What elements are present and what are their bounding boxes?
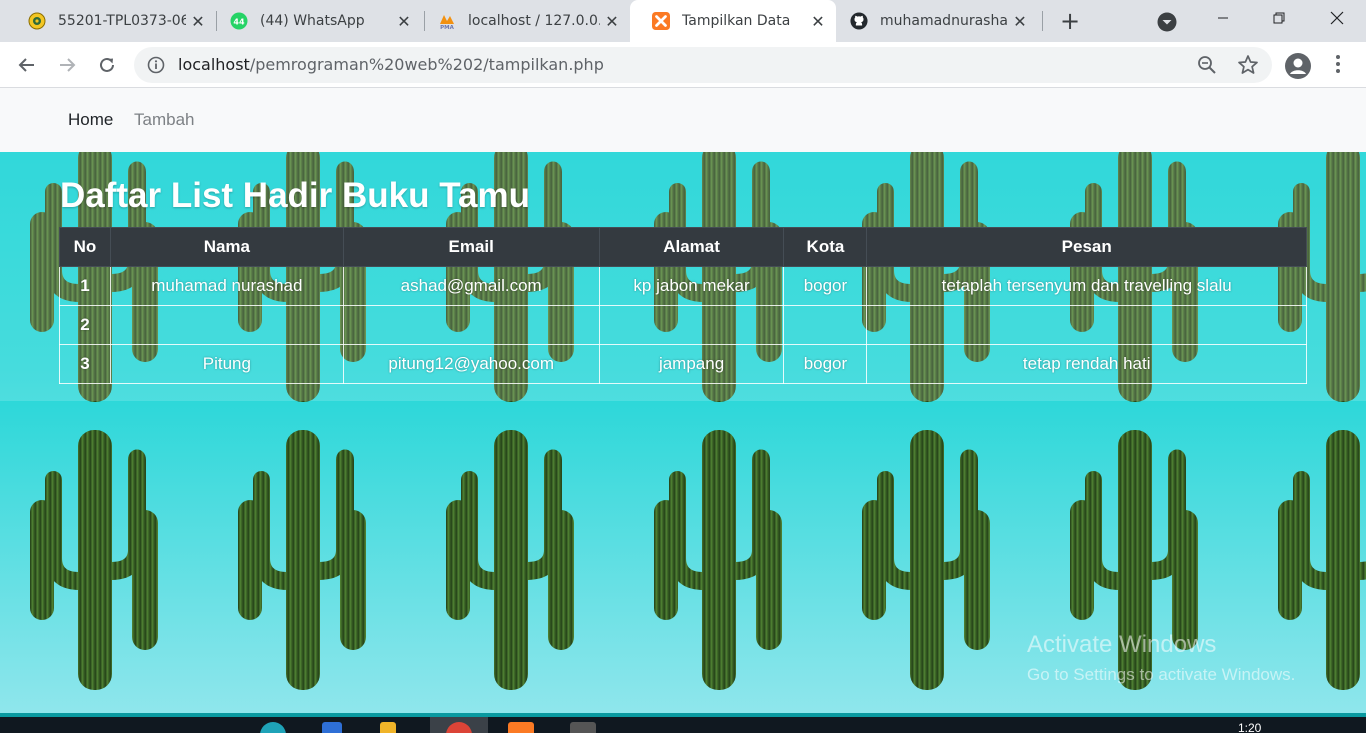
nav-tambah-link[interactable]: Tambah — [134, 110, 194, 130]
site-navbar: Home Tambah — [0, 88, 1366, 152]
taskbar-clock[interactable]: 1:20 — [1238, 721, 1261, 733]
github-icon — [850, 12, 868, 30]
browser-toolbar: localhost/pemrograman%20web%202/tampilka… — [0, 42, 1366, 88]
xampp-icon — [652, 12, 670, 30]
tab-3[interactable]: PMA localhost / 127.0.0. ✕ — [416, 0, 630, 42]
cell-nama — [109, 305, 344, 345]
nav-home-link[interactable]: Home — [68, 110, 113, 130]
zoom-icon[interactable] — [1196, 54, 1218, 76]
content-container: Daftar List Hadir Buku Tamu No Nama Emai… — [0, 152, 1366, 401]
page-title: Daftar List Hadir Buku Tamu — [60, 176, 530, 215]
cell-pesan: tetap rendah hati — [866, 344, 1307, 384]
table-row: 3 Pitung pitung12@yahoo.com jampang bogo… — [59, 344, 1307, 384]
column-header-alamat: Alamat — [598, 227, 785, 267]
url-text[interactable]: localhost/pemrograman%20web%202/tampilka… — [178, 55, 604, 74]
tab-title: 55201-TPL0373-06 — [58, 13, 186, 29]
tab-title: Tampilkan Data — [682, 13, 791, 29]
minimize-icon — [1218, 17, 1228, 19]
tab-2[interactable]: 44 (44) WhatsApp ✕ — [208, 0, 422, 42]
svg-text:PMA: PMA — [440, 25, 455, 30]
cell-kota: bogor — [783, 344, 868, 384]
table-row: 2 — [59, 305, 1307, 345]
cell-email: ashad@gmail.com — [342, 266, 600, 306]
table-row: 1 muhamad nurashad ashad@gmail.com kp ja… — [59, 266, 1307, 306]
tab-strip: 55201-TPL0373-06 ✕ 44 (44) WhatsApp ✕ PM… — [0, 0, 1366, 42]
column-header-email: Email — [342, 227, 600, 267]
tab-divider — [1042, 11, 1043, 31]
close-icon — [1330, 11, 1344, 25]
table-header-row: No Nama Email Alamat Kota Pesan — [59, 227, 1307, 267]
cell-nama: muhamad nurashad — [109, 266, 344, 306]
windows-taskbar: 1:20 — [0, 713, 1366, 733]
tab-5[interactable]: muhamadnurashad ✕ — [828, 0, 1038, 42]
cell-pesan — [866, 305, 1307, 345]
taskbar-app-icon[interactable] — [260, 722, 286, 733]
whatsapp-badge: 44 — [233, 18, 245, 27]
cell-alamat — [598, 305, 785, 345]
back-button[interactable] — [12, 50, 42, 80]
cell-no: 2 — [59, 305, 111, 345]
tab-search-button[interactable] — [1156, 11, 1178, 33]
close-icon[interactable]: ✕ — [600, 9, 624, 33]
cell-email: pitung12@yahoo.com — [342, 344, 600, 384]
column-header-no: No — [59, 227, 111, 267]
cell-nama: Pitung — [109, 344, 344, 384]
new-tab-button[interactable]: + — [1056, 7, 1084, 35]
cell-pesan: tetaplah tersenyum dan travelling slalu — [866, 266, 1307, 306]
cell-no: 3 — [59, 344, 111, 384]
window-close-button[interactable] — [1308, 0, 1366, 36]
cell-kota: bogor — [783, 266, 868, 306]
arrow-right-icon — [60, 58, 76, 72]
taskbar-app-icon[interactable] — [322, 722, 342, 733]
tab-title: (44) WhatsApp — [260, 13, 365, 29]
forward-button[interactable] — [52, 50, 82, 80]
whatsapp-icon: 44 — [230, 12, 248, 30]
column-header-pesan: Pesan — [866, 227, 1307, 267]
minimize-button[interactable] — [1194, 0, 1252, 36]
cell-alamat: jampang — [598, 344, 785, 384]
page-viewport: Home Tambah Daftar List Hadir Buku Tamu … — [0, 88, 1366, 713]
column-header-nama: Nama — [109, 227, 344, 267]
restore-icon — [1273, 12, 1285, 24]
watermark-subtitle: Go to Settings to activate Windows. — [1027, 665, 1296, 684]
restore-button[interactable] — [1250, 0, 1308, 36]
address-bar[interactable]: localhost/pemrograman%20web%202/tampilka… — [134, 47, 1272, 83]
tab-title: localhost / 127.0.0. — [468, 13, 600, 29]
close-icon[interactable]: ✕ — [1008, 9, 1032, 33]
close-icon[interactable]: ✕ — [186, 9, 210, 33]
url-path: /pemrograman%20web%202/tampilkan.php — [249, 55, 604, 74]
watermark-title: Activate Windows — [1027, 631, 1217, 658]
cell-no: 1 — [59, 266, 111, 306]
guest-list-table: No Nama Email Alamat Kota Pesan 1 muhama… — [59, 227, 1307, 384]
cell-alamat: kp jabon mekar — [598, 266, 785, 306]
close-icon[interactable]: ✕ — [806, 9, 830, 33]
reload-button[interactable] — [92, 50, 122, 80]
reload-icon — [100, 57, 114, 72]
taskbar-app-icon[interactable] — [380, 722, 396, 733]
tab-4-active[interactable]: Tampilkan Data ✕ — [630, 0, 836, 42]
tab-title: muhamadnurashad — [880, 13, 1008, 29]
phpmyadmin-icon: PMA — [438, 12, 456, 30]
close-icon[interactable]: ✕ — [392, 9, 416, 33]
url-host: localhost — [178, 55, 250, 74]
bookmark-star-icon[interactable] — [1236, 53, 1260, 77]
info-icon[interactable] — [146, 55, 166, 75]
taskbar-app-icon[interactable] — [570, 722, 596, 733]
university-seal-icon — [28, 12, 46, 30]
cell-kota — [783, 305, 868, 345]
cell-email — [342, 305, 600, 345]
chevron-down-icon — [1157, 12, 1177, 32]
profile-avatar-icon[interactable] — [1284, 52, 1312, 80]
tab-1[interactable]: 55201-TPL0373-06 ✕ — [6, 0, 216, 42]
arrow-left-icon — [18, 58, 34, 72]
column-header-kota: Kota — [783, 227, 868, 267]
taskbar-app-icon[interactable] — [508, 722, 534, 733]
activate-windows-watermark: Activate Windows Go to Settings to activ… — [1027, 631, 1295, 685]
menu-kebab-icon[interactable] — [1326, 52, 1350, 76]
